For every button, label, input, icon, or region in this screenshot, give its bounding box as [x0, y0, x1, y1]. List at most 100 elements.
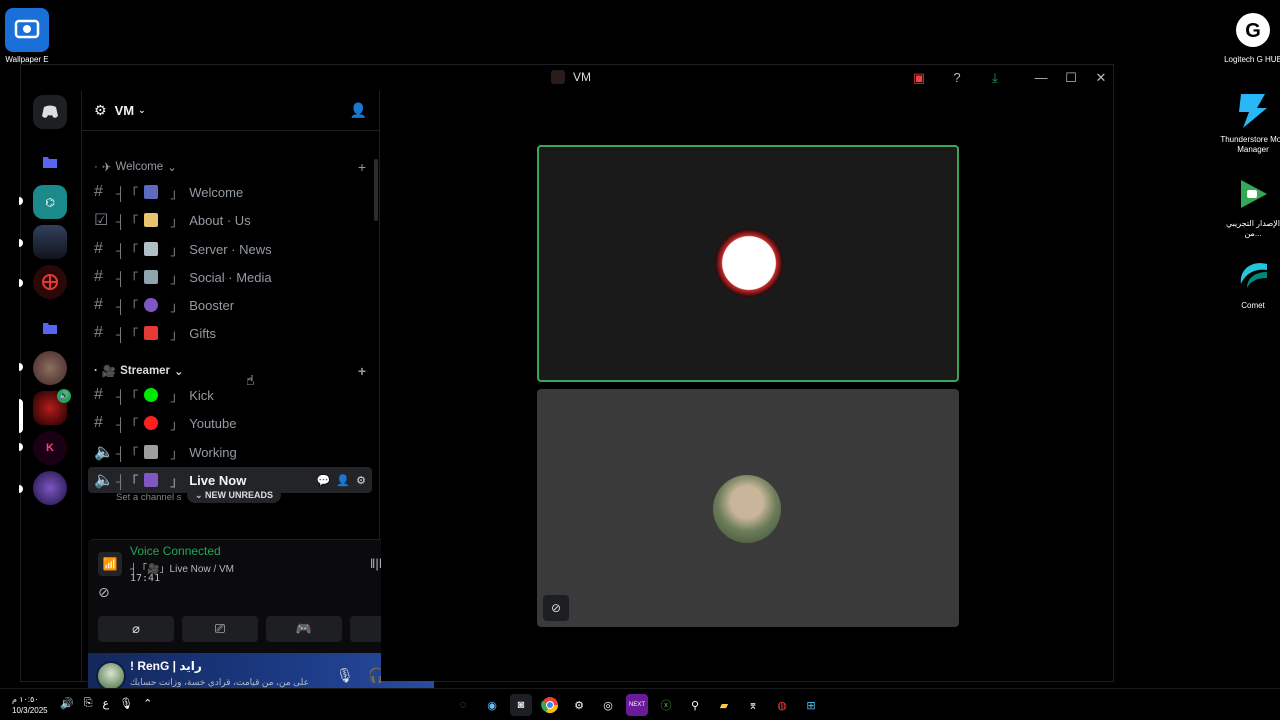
unread-pill: [19, 239, 23, 247]
add-channel-icon[interactable]: +: [358, 363, 366, 379]
voice-status[interactable]: Voice Connected: [130, 544, 221, 558]
next-icon[interactable]: NEXT: [626, 694, 648, 716]
folder-icon[interactable]: ▰: [713, 694, 735, 716]
guild-icon-2025[interactable]: ⌬: [33, 185, 67, 219]
screen-record-icon[interactable]: ▣: [909, 69, 929, 87]
help-icon[interactable]: ?: [947, 69, 967, 87]
language-indicator[interactable]: ع: [103, 697, 110, 710]
channel-label: Kick: [189, 387, 214, 403]
participant-avatar: [715, 229, 783, 297]
invite-icon[interactable]: 👤: [336, 474, 350, 487]
guild-icon-monkey[interactable]: [33, 351, 67, 385]
maximize-button[interactable]: ☐: [1061, 69, 1081, 87]
channel-welcome[interactable]: # ┤「 」 Welcome: [88, 179, 372, 205]
speaker-icon: 🔊: [57, 389, 71, 403]
chevron-down-icon: ⌄: [195, 490, 206, 500]
medal-icon[interactable]: ◌: [452, 694, 474, 716]
network-icon[interactable]: ⎘: [84, 697, 93, 710]
user-name[interactable]: ! RenG | رايد: [130, 659, 202, 673]
channel-sep: ┤「: [116, 270, 139, 286]
steam-icon[interactable]: ◉: [481, 694, 503, 716]
hash-icon: #: [94, 268, 103, 285]
settings-icon[interactable]: ⚙: [568, 694, 590, 716]
taskbar-apps: ◌ ◉ ◙ ⚙ ◎ NEXT ⓧ ⚲ ▰ ⌆ ◍ ⊞: [452, 694, 822, 716]
channel-status-placeholder[interactable]: Set a channel s: [116, 492, 182, 503]
participant-tile[interactable]: ⊘: [537, 389, 959, 627]
avatar[interactable]: [96, 661, 126, 691]
pen-icon: [144, 270, 159, 284]
tool-icon[interactable]: ⌆: [742, 694, 764, 716]
hash-icon: #: [94, 414, 103, 431]
folder-icon[interactable]: [33, 145, 67, 179]
channel-server-news[interactable]: # ┤「 」 Server · News: [88, 236, 372, 262]
desktop-icon-comet[interactable]: Comet: [1218, 254, 1280, 311]
stream-mute-icon[interactable]: ⊘: [98, 584, 110, 601]
channel-booster[interactable]: # ┤「 」 Booster: [88, 292, 372, 318]
desktop-icon-label: الإصدار التجريبي من...: [1225, 219, 1280, 238]
guild-icon-avatar[interactable]: [33, 471, 67, 505]
channel-working[interactable]: 🔈 ┤「 」 Working: [88, 439, 372, 465]
search-icon[interactable]: ⚲: [684, 694, 706, 716]
channel-sep: 」: [170, 185, 184, 201]
microphone-icon[interactable]: 🎙: [119, 697, 133, 710]
gear-icon[interactable]: ⚙: [356, 474, 366, 487]
channel-youtube[interactable]: # ┤「 」 Youtube: [88, 410, 372, 436]
category-streamer[interactable]: · 🎥 Streamer ⌄ +: [94, 363, 366, 379]
taskbar: ١٠:٥٠ م 10/3/2025 🔊 ⎘ ع 🎙 ⌃ ◌ ◉ ◙ ⚙ ◎ NE…: [0, 688, 1280, 720]
minimize-button[interactable]: —: [1031, 69, 1051, 87]
clock[interactable]: ١٠:٥٠ م 10/3/2025: [12, 694, 48, 716]
channel-gifts[interactable]: # ┤「 」 Gifts: [88, 320, 372, 346]
channel-about-us[interactable]: ☑ ┤「 」 About · Us: [88, 207, 372, 233]
clock-time: ١٠:٥٠ م: [12, 695, 39, 704]
window-title: VM: [551, 70, 591, 84]
chevron-up-icon[interactable]: ⌃: [143, 697, 152, 710]
desktop-icon-google-play-games[interactable]: الإصدار التجريبي من...: [1218, 172, 1280, 239]
xbox-icon[interactable]: ⓧ: [655, 694, 677, 716]
server-list: ⌬ 🔊 K: [19, 93, 79, 683]
close-button[interactable]: ✕: [1091, 69, 1111, 87]
add-channel-icon[interactable]: +: [358, 159, 366, 175]
channel-sep: 」: [170, 445, 184, 461]
guild-icon-vm[interactable]: 🔊: [33, 389, 71, 425]
app-red-icon[interactable]: ◍: [771, 694, 793, 716]
tools-icon: [144, 445, 159, 459]
guild-icon-dark[interactable]: [33, 225, 67, 259]
windows-icon[interactable]: ⊞: [800, 694, 822, 716]
download-icon[interactable]: ⤓: [985, 69, 1005, 87]
hash-icon: #: [94, 296, 103, 313]
desktop-icon-logitech[interactable]: G Logitech G HUB: [1218, 8, 1280, 65]
scrollbar[interactable]: [374, 159, 378, 221]
camera-off-button[interactable]: ⌀: [98, 616, 174, 642]
discord-icon[interactable]: ◙: [510, 694, 532, 716]
obs-icon[interactable]: ◎: [597, 694, 619, 716]
chrome-icon[interactable]: [539, 694, 561, 716]
gift-icon: [144, 326, 159, 340]
microphone-icon[interactable]: 🎙: [336, 667, 354, 684]
comet-icon: [1231, 254, 1275, 298]
desktop-icon-thunderstore[interactable]: Thunderstore Mod Manager: [1218, 88, 1280, 155]
volume-icon[interactable]: 🔊: [60, 697, 74, 710]
category-welcome[interactable]: · ✈ Welcome ⌄ +: [94, 159, 366, 175]
channel-kick[interactable]: # ┤「 」 Kick: [88, 382, 372, 408]
signal-icon[interactable]: 📶: [98, 552, 122, 576]
participant-avatar: [713, 475, 781, 543]
discord-home-icon[interactable]: [33, 95, 67, 129]
channel-label: Working: [189, 444, 237, 460]
new-unreads-badge[interactable]: ⌄ NEW UNREADS: [187, 487, 282, 503]
server-header[interactable]: ⚙ VM ⌄ 👤: [82, 91, 379, 131]
guild-icon-k[interactable]: K: [33, 431, 67, 465]
hash-icon: #: [94, 324, 103, 341]
activity-button[interactable]: 🎮: [266, 616, 342, 642]
folder-icon[interactable]: [33, 311, 67, 345]
desktop-icon-wallpaper[interactable]: Wallpaper E: [0, 8, 62, 65]
muted-mic-icon: ⊘: [543, 595, 569, 621]
screen-share-button[interactable]: ⎚: [182, 616, 258, 642]
channel-sep: ┤「: [116, 298, 139, 314]
svg-text:G: G: [1245, 20, 1261, 42]
channel-label: Server · News: [189, 241, 272, 257]
participant-tile-speaking[interactable]: [537, 145, 959, 382]
guild-icon-red[interactable]: [33, 265, 67, 299]
chat-icon[interactable]: 💬: [317, 474, 331, 487]
channel-social-media[interactable]: # ┤「 」 Social · Media: [88, 264, 372, 290]
invite-icon[interactable]: 👤: [350, 102, 367, 119]
